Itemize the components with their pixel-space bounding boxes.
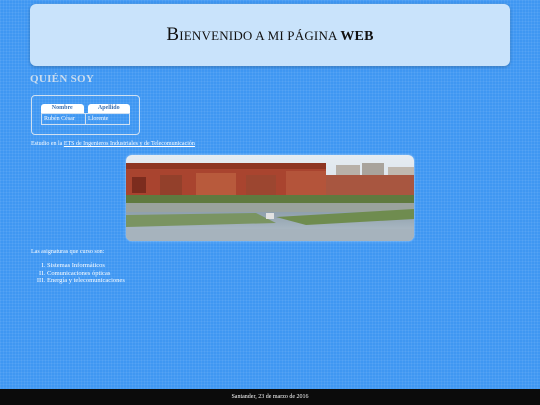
about-panel: Nombre Apellido Rubén César Llorente [31, 95, 140, 135]
info-table: Nombre Apellido Rubén César Llorente [41, 104, 130, 125]
title-bold: WEB [340, 29, 374, 44]
subjects-list: I. Sistemas Informáticos II. Comunicacione… [33, 262, 125, 285]
subjects-label: Las asignaturas que curso son: [31, 249, 105, 255]
page-title: BIENVENIDO A MI PÁGINA WEB [166, 24, 373, 46]
item-text: Energía y telecomunicaciones [47, 277, 125, 284]
footer-text: Santander, 23 de marzo de 2016 [231, 394, 309, 400]
list-item: I. Sistemas Informáticos [33, 262, 125, 270]
item-number: I. [41, 262, 45, 269]
campus-photo [126, 155, 414, 241]
item-text: Sistemas Informáticos [47, 262, 105, 269]
column-header-apellido: Apellido [87, 104, 130, 113]
study-line: Estudio en la ETS de Ingenieros Industri… [31, 141, 195, 147]
item-number: III. [36, 277, 45, 284]
page-header: BIENVENIDO A MI PÁGINA WEB [30, 4, 510, 66]
cell-apellido: Llorente [85, 114, 129, 124]
page-footer: Santander, 23 de marzo de 2016 [0, 389, 540, 405]
list-item: II. Comunicaciones ópticas [33, 270, 125, 278]
list-item: III. Energía y telecomunicaciones [33, 277, 125, 285]
about-heading: QUIÉN SOY [30, 73, 95, 85]
column-header-nombre: Nombre [41, 104, 84, 113]
study-prefix: Estudio en la [31, 141, 63, 147]
table-row: Rubén César Llorente [41, 113, 130, 125]
item-text: Comunicaciones ópticas [47, 269, 111, 277]
table-header: Nombre Apellido [41, 104, 130, 113]
school-link[interactable]: ETS de Ingenieros Industriales y de Tele… [64, 141, 195, 147]
item-number: II. [39, 269, 45, 277]
title-initial: B [166, 24, 180, 45]
cell-nombre: Rubén César [44, 116, 75, 122]
title-text: IENVENIDO A MI PÁGINA [179, 28, 337, 43]
